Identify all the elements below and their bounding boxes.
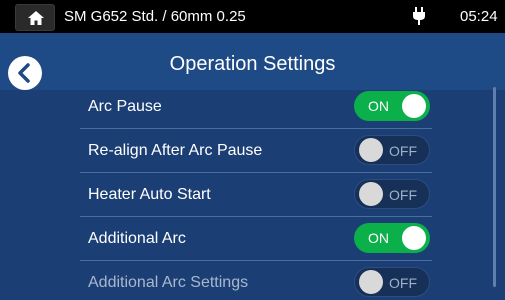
toggle-knob: [402, 94, 426, 118]
toggle-state: ON: [368, 98, 389, 114]
heater-auto-start-toggle[interactable]: OFF: [354, 179, 430, 209]
toggle-state: OFF: [389, 275, 417, 291]
toggle-state: OFF: [389, 187, 417, 203]
setting-row-arc-pause: Arc Pause ON: [80, 85, 432, 129]
page-title: Operation Settings: [169, 53, 336, 75]
setting-label: Re-align After Arc Pause: [88, 142, 263, 159]
home-button[interactable]: [15, 4, 55, 31]
setting-row-additional-arc-settings: Additional Arc Settings OFF: [80, 261, 432, 300]
setting-label: Additional Arc: [88, 230, 186, 247]
home-icon: [28, 11, 44, 25]
setting-row-heater-auto-start: Heater Auto Start OFF: [80, 173, 432, 217]
setting-row-additional-arc: Additional Arc ON: [80, 217, 432, 261]
arc-pause-toggle[interactable]: ON: [354, 91, 430, 121]
profile-title: SM G652 Std. / 60mm 0.25: [64, 8, 246, 25]
setting-row-realign: Re-align After Arc Pause OFF: [80, 129, 432, 173]
toggle-state: OFF: [389, 143, 417, 159]
toggle-state: ON: [368, 230, 389, 246]
status-bar: SM G652 Std. / 60mm 0.25 05:24: [0, 0, 505, 33]
setting-label: Heater Auto Start: [88, 186, 211, 203]
plug-icon: [413, 7, 425, 25]
toggle-knob: [359, 138, 383, 162]
toggle-knob: [359, 270, 383, 294]
additional-arc-toggle[interactable]: ON: [354, 223, 430, 253]
toggle-knob: [359, 182, 383, 206]
header: Operation Settings: [0, 33, 505, 90]
scrollbar[interactable]: [493, 87, 496, 287]
toggle-knob: [402, 226, 426, 250]
setting-label: Additional Arc Settings: [88, 274, 249, 291]
setting-label: Arc Pause: [88, 98, 162, 115]
additional-arc-settings-toggle[interactable]: OFF: [354, 267, 430, 297]
clock: 05:24: [460, 8, 498, 25]
settings-list: Arc Pause ON Re-align After Arc Pause OF…: [0, 85, 505, 300]
realign-toggle[interactable]: OFF: [354, 135, 430, 165]
